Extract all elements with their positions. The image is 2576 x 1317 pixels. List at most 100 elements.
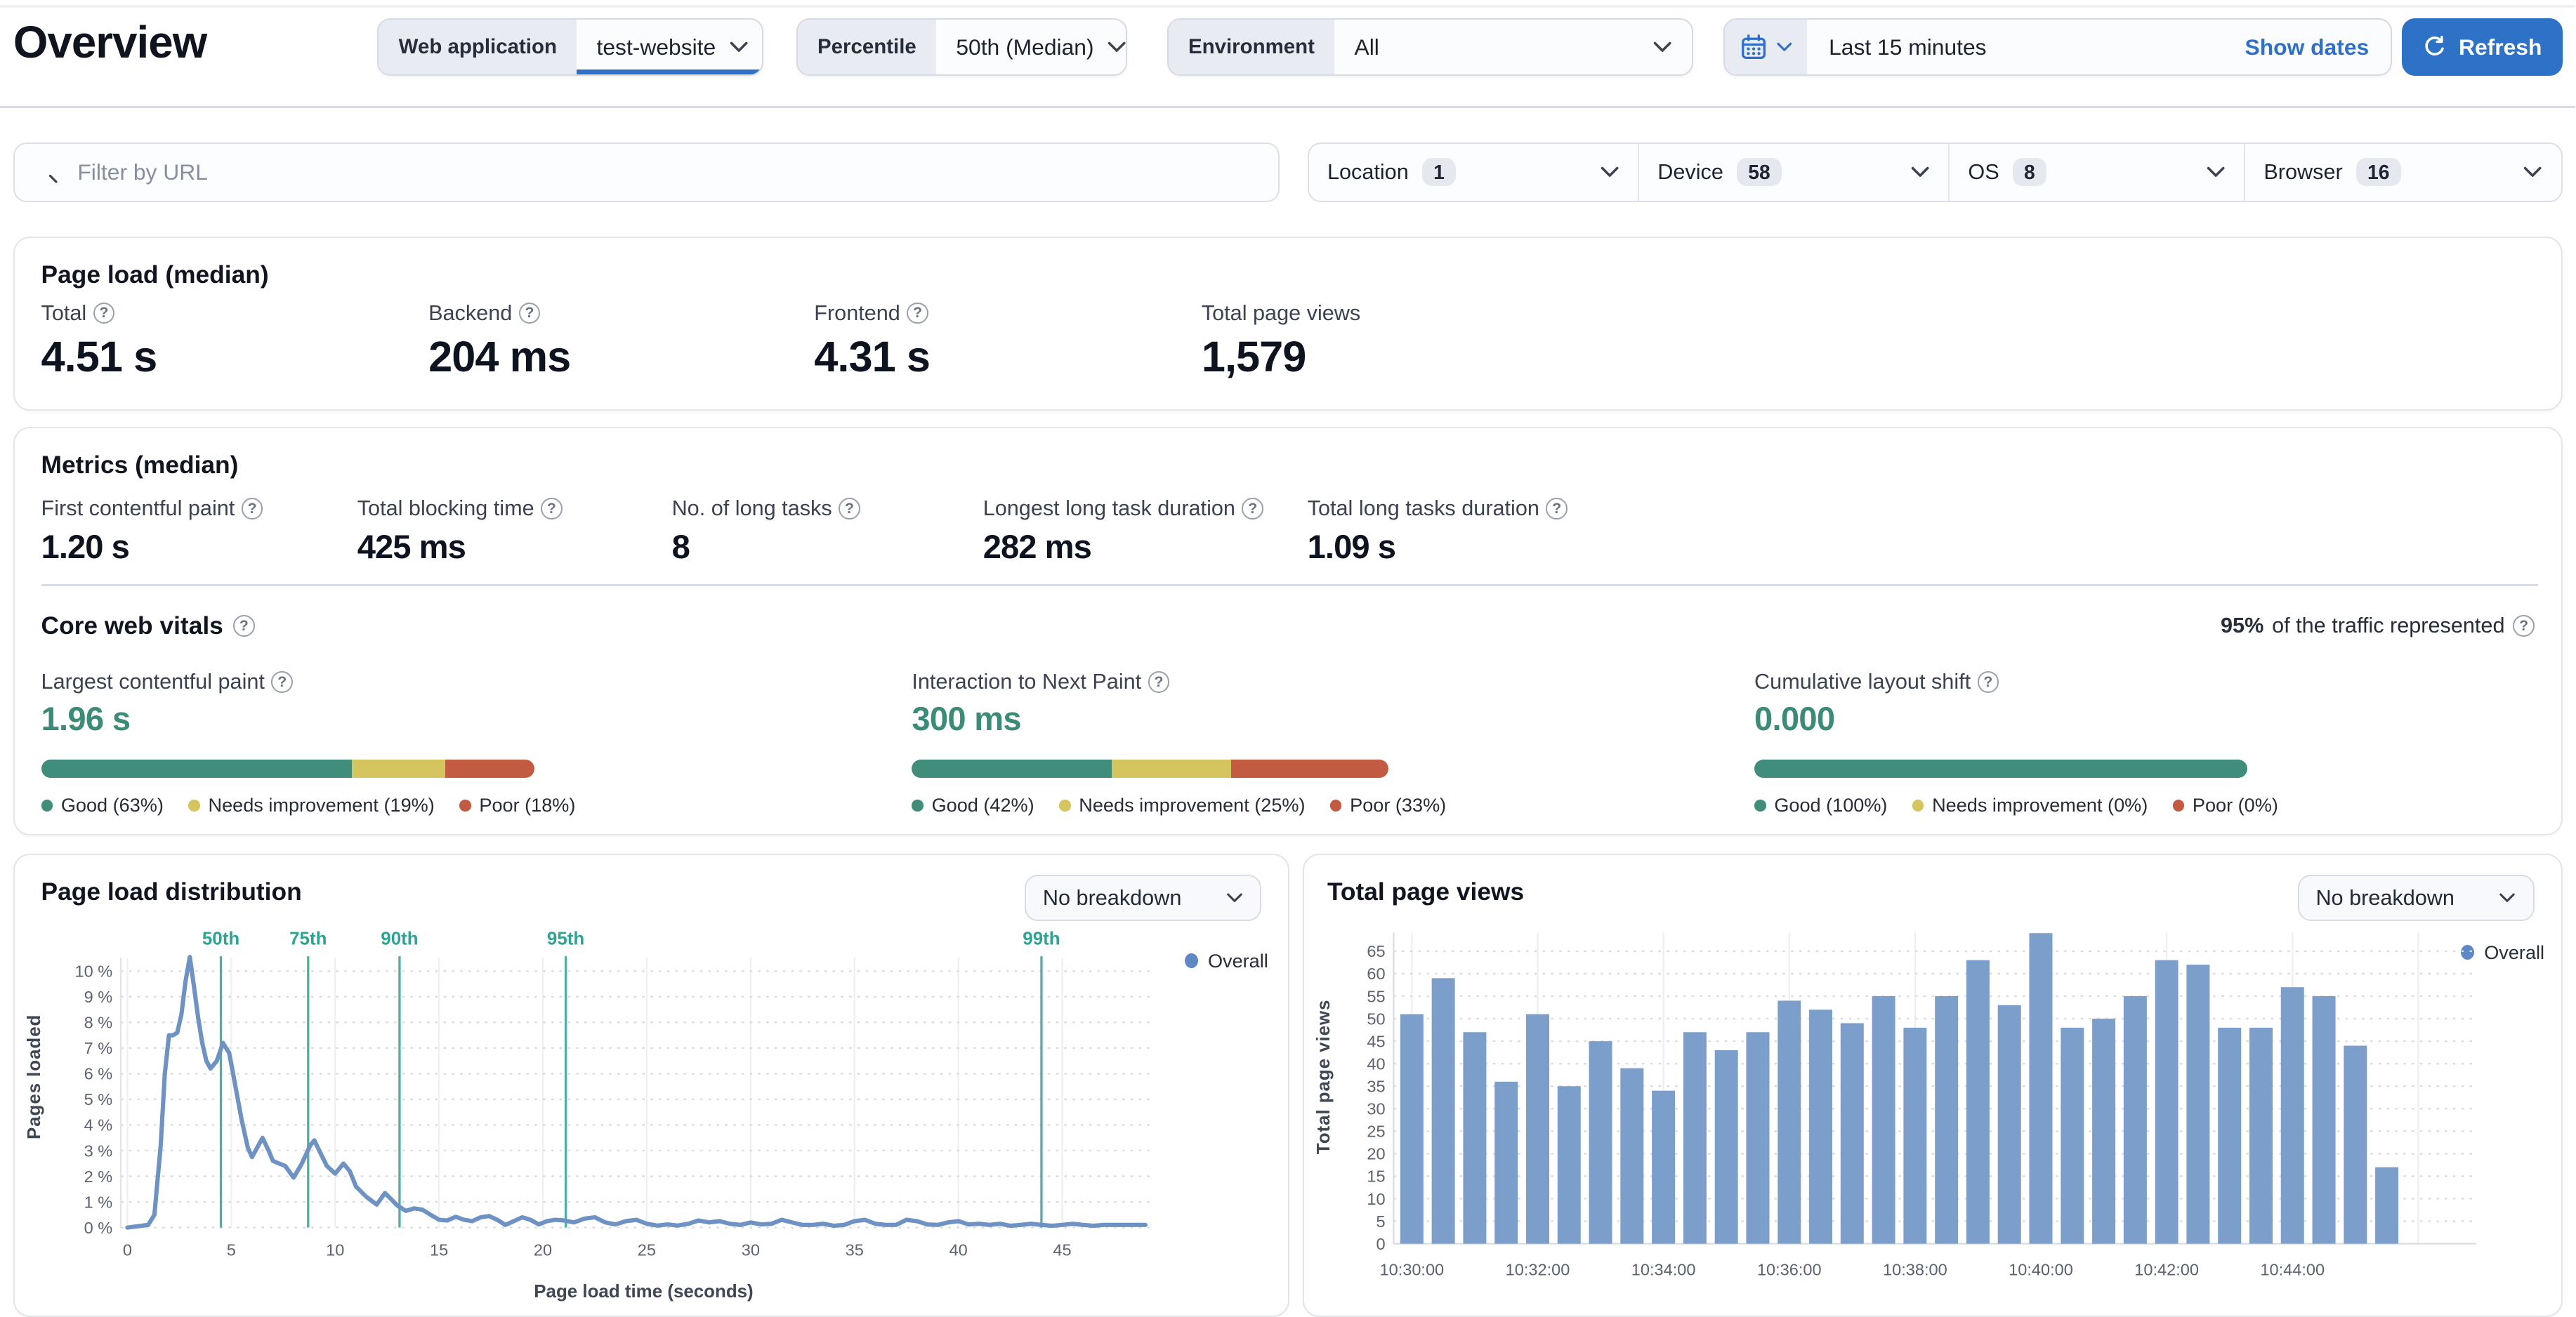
help-icon[interactable]: ? <box>907 302 928 324</box>
bar[interactable] <box>1651 1091 1675 1245</box>
help-icon[interactable]: ? <box>541 497 563 519</box>
environment-value: All <box>1354 34 1379 60</box>
chevron-down-icon <box>2499 893 2516 903</box>
bar[interactable] <box>1746 1032 1770 1245</box>
bar[interactable] <box>2344 1045 2367 1245</box>
page-load-card: Page load (median) Total? 4.51 s Backend? 2… <box>13 237 2563 411</box>
cwv-largest-contentful-paint: Largest contentful paint? 1.96 s Good (63%… <box>41 670 575 816</box>
page-views-breakdown-select[interactable]: No breakdown <box>2297 875 2535 922</box>
bar[interactable] <box>2312 996 2336 1245</box>
distribution-breakdown-select[interactable]: No breakdown <box>1025 875 1262 922</box>
help-icon[interactable]: ? <box>1242 497 1263 519</box>
legend-dot <box>41 800 53 812</box>
bar[interactable] <box>1589 1041 1612 1245</box>
bar[interactable] <box>1431 978 1455 1245</box>
help-icon[interactable]: ? <box>2513 615 2535 637</box>
bar[interactable] <box>2280 987 2304 1245</box>
chevron-down-icon <box>2207 166 2225 177</box>
bar[interactable] <box>2186 965 2210 1245</box>
refresh-icon <box>2425 36 2444 56</box>
cwv-interaction-to-next-paint: Interaction to Next Paint? 300 ms Good (42… <box>912 670 1446 816</box>
bar[interactable] <box>1620 1068 1644 1245</box>
bar[interactable] <box>1494 1082 1518 1245</box>
svg-text:55: 55 <box>1367 988 1385 1006</box>
calendar-dropdown[interactable] <box>1724 19 1808 75</box>
date-range-picker[interactable]: Last 15 minutes Show dates <box>1723 18 2392 77</box>
help-icon[interactable]: ? <box>271 671 293 694</box>
bar[interactable] <box>2374 1167 2398 1245</box>
facet-browser[interactable]: Browser 16 <box>2245 144 2561 201</box>
stat-value: 1,579 <box>1201 333 1307 381</box>
bar[interactable] <box>1463 1032 1487 1245</box>
svg-text:7 %: 7 % <box>84 1039 112 1057</box>
legend-dot <box>188 800 200 812</box>
environment-select[interactable]: Environment All <box>1167 18 1694 77</box>
web-application-select[interactable]: Web application test-website <box>377 18 763 77</box>
bar[interactable] <box>1997 1005 2021 1245</box>
help-icon[interactable]: ? <box>839 497 860 519</box>
stat-value: 4.51 s <box>41 333 158 381</box>
stat-value: 1.09 s <box>1307 528 1396 566</box>
bar[interactable] <box>1777 1000 1801 1245</box>
facet-os[interactable]: OS 8 <box>1950 143 2246 201</box>
bar[interactable] <box>2249 1028 2273 1245</box>
help-icon[interactable]: ? <box>93 302 115 324</box>
bar[interactable] <box>1966 960 1990 1245</box>
bar[interactable] <box>1872 996 1895 1245</box>
svg-text:40: 40 <box>1367 1055 1385 1073</box>
help-icon[interactable]: ? <box>1546 497 1568 519</box>
facet-location[interactable]: Location 1 <box>1309 143 1640 201</box>
bar[interactable] <box>1400 1014 1424 1245</box>
bar[interactable] <box>1808 1010 1832 1245</box>
cwv-cumulative-layout-shift: Cumulative layout shift? 0.000 Good (100%)… <box>1754 670 2278 816</box>
help-icon[interactable]: ? <box>1977 671 1999 694</box>
bar[interactable] <box>1525 1014 1549 1245</box>
legend-dot <box>1754 800 1766 812</box>
facet-device[interactable]: Device 58 <box>1639 143 1950 201</box>
svg-text:15: 15 <box>1367 1167 1385 1186</box>
bar[interactable] <box>2217 1028 2241 1245</box>
svg-text:45: 45 <box>1053 1241 1071 1259</box>
facet-label: Location <box>1327 159 1409 184</box>
bar[interactable] <box>1934 996 1958 1245</box>
refresh-button[interactable]: Refresh <box>2402 18 2563 77</box>
help-icon[interactable]: ? <box>518 302 541 324</box>
help-icon[interactable]: ? <box>241 497 263 519</box>
svg-text:0: 0 <box>123 1241 132 1259</box>
legend-poor: Poor (18%) <box>459 794 575 816</box>
bar[interactable] <box>1840 1023 1864 1245</box>
bar[interactable] <box>2029 933 2053 1245</box>
total-page-views-chart[interactable]: 0 5 10 15 20 25 30 35 40 45 50 55 60 65 10:30:00 10:32:… <box>1317 921 2542 1302</box>
legend-dot <box>459 800 471 812</box>
good-segment <box>912 759 1112 778</box>
cwv-legend: Good (100%) Needs improvement (0%) Poor (0… <box>1754 794 2278 816</box>
help-icon[interactable]: ? <box>232 615 255 637</box>
bar[interactable] <box>2123 996 2147 1245</box>
web-application-label: Web application <box>379 19 577 75</box>
help-icon[interactable]: ? <box>1148 671 1170 694</box>
distribution-legend[interactable]: Overall <box>1184 950 1268 972</box>
stat-frontend: Frontend? 4.31 s <box>814 301 931 381</box>
chevron-down-icon <box>2524 166 2542 177</box>
environment-label: Environment <box>1168 19 1335 75</box>
svg-text:90th: 90th <box>381 929 418 948</box>
percentile-select[interactable]: Percentile 50th (Median) <box>796 18 1128 77</box>
bar[interactable] <box>1683 1032 1707 1245</box>
bar[interactable] <box>1714 1050 1738 1245</box>
legend-dot <box>912 800 924 812</box>
show-dates-link[interactable]: Show dates <box>2223 20 2391 74</box>
page-load-distribution-chart[interactable]: 0 5 10 15 20 25 30 35 40 45 0 % 1 % 2 % 3 % 4 % 5 % 6 % 7… <box>28 928 1187 1279</box>
rum-overview-page: Overview Web application test-website Pe… <box>0 0 2576 1317</box>
stat-label: Longest long task duration? <box>983 496 1263 521</box>
bar[interactable] <box>2091 1019 2115 1245</box>
bar[interactable] <box>1903 1028 1927 1245</box>
svg-text:15: 15 <box>430 1241 448 1259</box>
bar[interactable] <box>1557 1086 1581 1245</box>
stat-value: 282 ms <box>983 528 1092 566</box>
bar[interactable] <box>2155 960 2179 1245</box>
chevron-down-icon <box>1653 41 1671 52</box>
overall-distribution-line[interactable] <box>125 955 1148 1230</box>
bar[interactable] <box>2061 1028 2084 1245</box>
url-filter-input[interactable] <box>74 157 1261 187</box>
legend-dot <box>1059 800 1071 812</box>
